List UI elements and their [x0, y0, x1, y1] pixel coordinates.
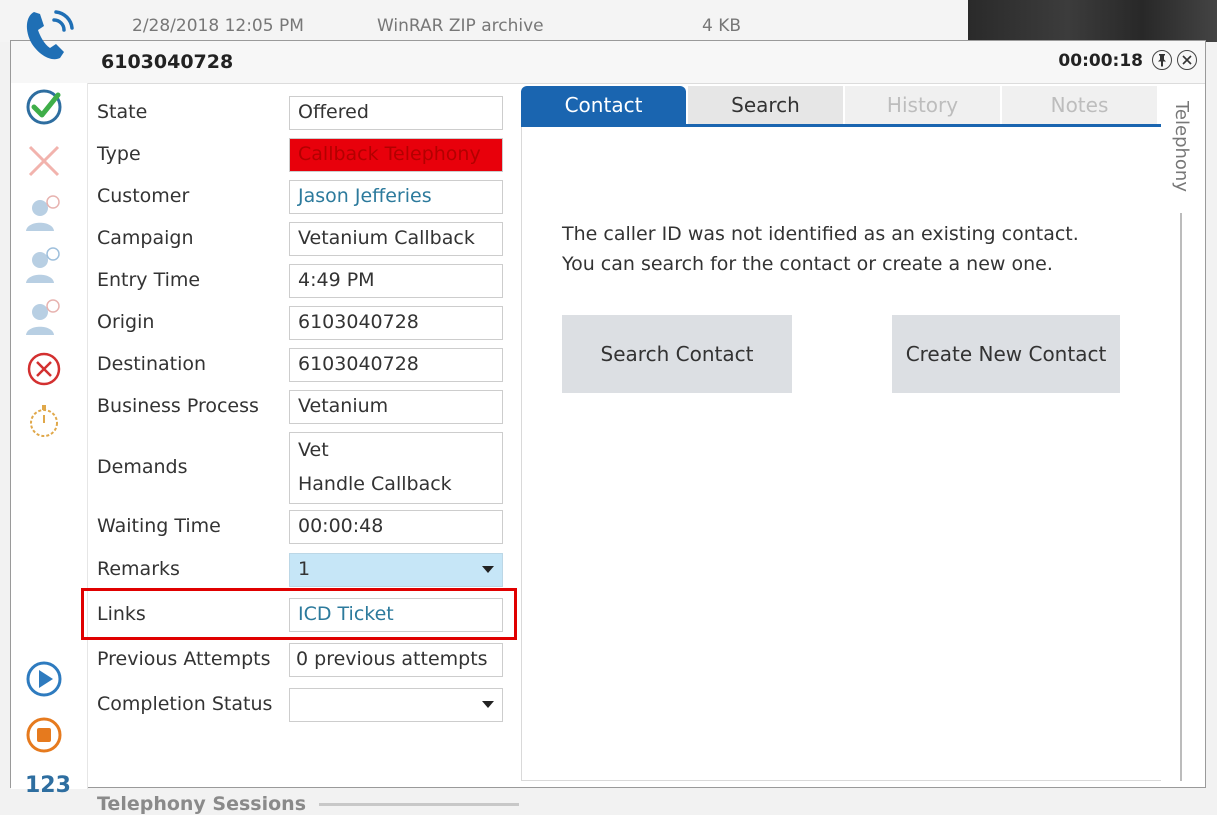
contact-pane: Contact Search History Notes The caller …: [521, 85, 1161, 781]
demands-line-1: Vet: [298, 439, 329, 461]
background-file-size: 4 KB: [702, 16, 742, 36]
message-line-2: You can search for the contact or create…: [562, 253, 1053, 275]
conference-user-icon[interactable]: [24, 245, 64, 285]
caller-id-message: The caller ID was not identified as an e…: [562, 219, 1079, 279]
action-toolbar: 123: [11, 83, 88, 798]
call-window: 6103040728 00:00:18 123 State Offered Ty…: [10, 40, 1206, 815]
dropdown-arrow-icon: [482, 566, 494, 573]
completion-status-dropdown[interactable]: [289, 688, 503, 722]
stop-icon[interactable]: [24, 715, 64, 755]
field-label: Origin: [97, 311, 155, 333]
field-label: Business Process: [97, 395, 259, 417]
pin-icon[interactable]: [1152, 50, 1172, 70]
tab-notes[interactable]: Notes: [1002, 86, 1157, 124]
remarks-selected: 1: [298, 558, 311, 580]
campaign-value: Vetanium Callback: [289, 222, 503, 256]
field-label: Type: [97, 143, 141, 165]
tab-search[interactable]: Search: [688, 86, 843, 124]
remarks-dropdown[interactable]: 1: [289, 553, 503, 587]
side-tab-line: [1180, 213, 1182, 781]
entry-time-value: 4:49 PM: [289, 264, 503, 298]
field-label: Completion Status: [97, 693, 273, 715]
background-file-type: WinRAR ZIP archive: [377, 16, 544, 36]
field-label: Destination: [97, 353, 207, 375]
telephony-side-tab[interactable]: Telephony: [1163, 101, 1203, 781]
number-pad-button[interactable]: 123: [25, 773, 71, 798]
field-label: Entry Time: [97, 269, 201, 291]
call-timer: 00:00:18: [1058, 51, 1143, 71]
field-label: Demands: [97, 456, 188, 478]
search-contact-button[interactable]: Search Contact: [562, 315, 792, 393]
customer-link[interactable]: Jason Jefferies: [289, 180, 503, 214]
create-new-contact-button[interactable]: Create New Contact: [892, 315, 1120, 393]
field-label: Previous Attempts: [97, 648, 271, 670]
accept-check-icon[interactable]: [24, 87, 64, 127]
telephony-side-tab-label: Telephony: [1171, 101, 1192, 192]
reject-x-icon[interactable]: [24, 141, 64, 181]
destination-value: 6103040728: [289, 348, 503, 382]
type-value: Callback Telephony: [289, 138, 503, 172]
background-file-date: 2/28/2018 12:05 PM: [132, 16, 304, 36]
phone-icon: [20, 6, 80, 64]
field-label: Campaign: [97, 227, 194, 249]
origin-value: 6103040728: [289, 306, 503, 340]
transfer-user-icon[interactable]: [24, 193, 64, 233]
demands-line-2: Handle Callback: [298, 473, 452, 495]
tab-history[interactable]: History: [845, 86, 1000, 124]
stopwatch-icon[interactable]: [24, 401, 64, 441]
window-title: 6103040728: [101, 51, 234, 73]
play-icon[interactable]: [24, 659, 64, 699]
dropdown-arrow-icon: [482, 701, 494, 708]
field-label: State: [97, 101, 148, 123]
previous-attempts-value: 0 previous attempts: [289, 643, 503, 677]
demands-value: Vet Handle Callback: [289, 432, 503, 504]
close-icon[interactable]: [1177, 50, 1197, 70]
consult-user-icon[interactable]: [24, 297, 64, 337]
links-highlight-box: [81, 588, 517, 640]
waiting-time-value: 00:00:48: [289, 510, 503, 544]
divider: [319, 803, 519, 806]
field-label: Customer: [97, 185, 190, 207]
tab-contact[interactable]: Contact: [521, 86, 686, 124]
message-line-1: The caller ID was not identified as an e…: [562, 223, 1079, 245]
telephony-sessions-header: Telephony Sessions: [97, 793, 307, 815]
cancel-circle-icon[interactable]: [24, 349, 64, 389]
business-process-value: Vetanium: [289, 390, 503, 424]
title-bar: 6103040728 00:00:18: [11, 41, 1205, 84]
background-wallpaper: [968, 0, 1217, 42]
field-label: Remarks: [97, 558, 180, 580]
state-value: Offered: [289, 96, 503, 130]
field-label: Waiting Time: [97, 515, 221, 537]
call-details-panel: State Offered Type Callback Telephony Cu…: [89, 85, 519, 815]
